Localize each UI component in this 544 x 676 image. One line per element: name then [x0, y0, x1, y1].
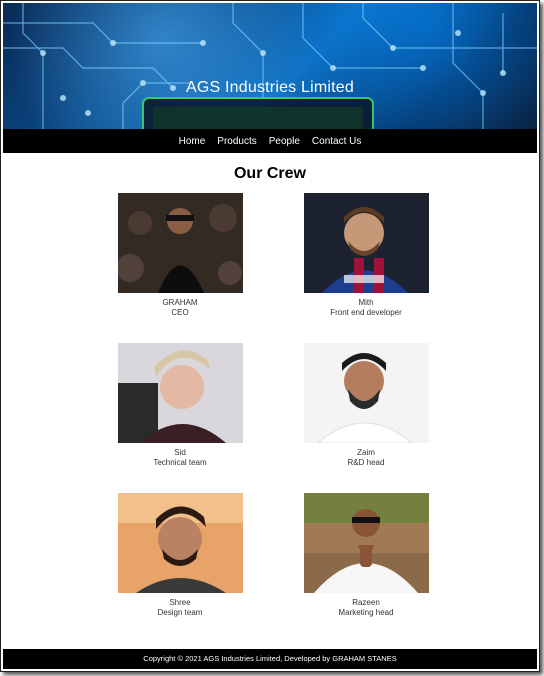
member-role: Design team [157, 608, 203, 617]
member-photo [117, 343, 243, 443]
crew-card: Zaim R&D head [291, 343, 441, 467]
member-role: Front end developer [330, 308, 402, 317]
crew-card: Sid Technical team [105, 343, 255, 467]
member-name: GRAHAM [162, 298, 198, 307]
crew-heading: Our Crew [233, 165, 306, 182]
member-photo [303, 493, 429, 593]
site-title: AGS Industries Limited [185, 79, 355, 96]
member-name: Shree [169, 598, 191, 607]
circuit-board-image [3, 3, 537, 129]
main-navbar: Home Products People Contact Us [3, 129, 537, 153]
member-photo [117, 193, 243, 293]
member-role: R&D head [347, 458, 385, 467]
member-role: CEO [171, 308, 189, 317]
crew-card: Razeen Marketing head [291, 493, 441, 617]
crew-card: Shree Design team [105, 493, 255, 617]
page-frame: AGS Industries Limited Home Products Peo… [0, 0, 540, 672]
hero-banner: AGS Industries Limited [3, 3, 537, 129]
site-footer: Copyright © 2021 AGS Industries Limited,… [3, 649, 537, 669]
nav-products-link[interactable]: Products [217, 136, 256, 147]
crew-card: Mith Front end developer [291, 193, 441, 317]
member-name: Razeen [352, 598, 380, 607]
member-photo [117, 493, 243, 593]
member-photo [303, 343, 429, 443]
member-name: Mith [358, 298, 374, 307]
nav-people-link[interactable]: People [269, 136, 300, 147]
nav-home-link[interactable]: Home [179, 136, 206, 147]
member-name: Zaim [357, 448, 375, 457]
member-photo [303, 193, 429, 293]
nav-contact-link[interactable]: Contact Us [312, 136, 361, 147]
crew-card: GRAHAM CEO [105, 193, 255, 317]
member-role: Marketing head [338, 608, 394, 617]
member-role: Technical team [153, 458, 207, 467]
member-name: Sid [174, 448, 186, 457]
